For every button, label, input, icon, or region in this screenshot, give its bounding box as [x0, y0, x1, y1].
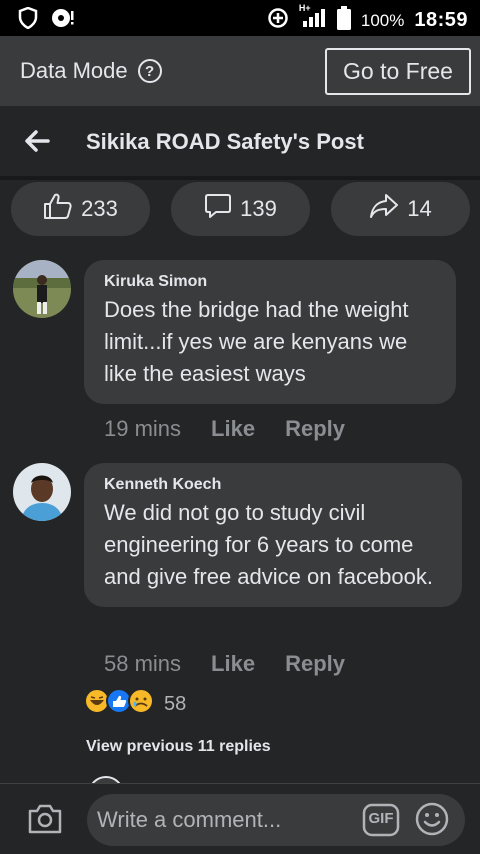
likes-button[interactable]: 233: [11, 182, 150, 236]
comments-list: Kiruka Simon Does the bridge had the wei…: [0, 240, 480, 786]
data-mode-info[interactable]: Data Mode ?: [20, 58, 162, 84]
gif-icon[interactable]: GIF: [362, 802, 400, 838]
gif-label: GIF: [368, 810, 394, 827]
emoji-icon[interactable]: [414, 801, 450, 837]
go-to-free-button[interactable]: Go to Free: [325, 48, 471, 95]
comment-text: We did not go to study civil engineering…: [104, 500, 434, 589]
signal-icon: H+: [299, 3, 327, 34]
clock: 18:59: [414, 9, 468, 31]
comment-reactions[interactable]: 58: [84, 688, 186, 720]
comment-text: Does the bridge had the weight limit...i…: [104, 297, 409, 386]
data-mode-bar: Data Mode ? Go to Free: [0, 36, 480, 106]
comments-count: 139: [240, 196, 277, 221]
comment-composer: Write a comment... GIF: [0, 783, 480, 854]
network-type-label: H+: [298, 3, 311, 13]
comment-actions: 19 mins Like Reply: [104, 416, 345, 442]
like-comment-button[interactable]: Like: [211, 416, 255, 442]
help-icon[interactable]: ?: [137, 59, 162, 83]
thumbs-up-icon: [43, 192, 73, 226]
post-header: Sikika ROAD Safety's Post: [0, 106, 480, 176]
battery-percent: 100%: [360, 10, 405, 30]
comment-author[interactable]: Kenneth Koech: [104, 476, 442, 494]
comments-button[interactable]: 139: [171, 182, 310, 236]
reply-comment-button[interactable]: Reply: [285, 651, 345, 677]
avatar[interactable]: [13, 463, 71, 521]
comment-bubble: Kiruka Simon Does the bridge had the wei…: [84, 260, 456, 404]
battery-icon: [336, 6, 351, 35]
data-mode-label: Data Mode: [20, 58, 128, 83]
shares-button[interactable]: 14: [331, 182, 470, 236]
view-previous-replies-link[interactable]: View previous 11 replies: [86, 738, 271, 756]
reply-comment-button[interactable]: Reply: [285, 416, 345, 442]
avatar[interactable]: [13, 260, 71, 318]
comment-time: 19 mins: [104, 416, 182, 441]
reaction-count: 58: [164, 692, 187, 715]
share-arrow-icon: [369, 193, 399, 225]
status-bar: H+ 100% 18:59: [0, 0, 480, 36]
shield-icon: [18, 6, 38, 34]
comment-bubble-icon: [204, 192, 232, 226]
page-title: Sikika ROAD Safety's Post: [86, 129, 364, 154]
camera-icon[interactable]: [26, 800, 64, 838]
shares-count: 14: [407, 196, 432, 221]
reaction-icons: [84, 688, 156, 720]
comment-actions: 58 mins Like Reply: [104, 651, 345, 677]
notification-bubble-icon: [50, 7, 76, 34]
comment-input[interactable]: Write a comment...: [87, 794, 465, 846]
post-stats: 233 139 14: [0, 180, 480, 240]
comment-bubble: Kenneth Koech We did not go to study civ…: [84, 463, 462, 607]
back-arrow-icon[interactable]: [22, 126, 52, 156]
comment-author[interactable]: Kiruka Simon: [104, 273, 436, 291]
likes-count: 233: [81, 196, 118, 221]
data-saver-icon: [267, 7, 289, 34]
like-comment-button[interactable]: Like: [211, 651, 255, 677]
comment-time: 58 mins: [104, 651, 182, 676]
sad-reaction-icon: [128, 688, 154, 714]
